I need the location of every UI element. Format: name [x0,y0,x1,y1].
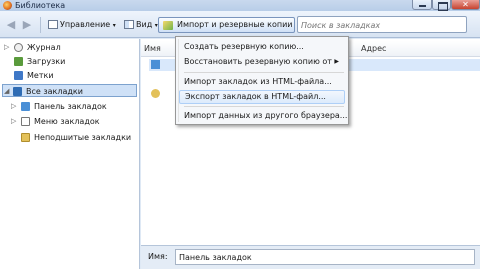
expander-icon[interactable]: ▷ [11,100,16,113]
unsorted-bookmarks-icon [21,133,30,142]
menu-item-restore-backup[interactable]: Восстановить резервную копию от ▶ [179,55,345,69]
sidebar-item-label: Метки [27,71,54,80]
forward-arrow-icon[interactable]: ▶ [21,19,33,31]
view-icon [124,20,134,29]
sidebar-item-label: Панель закладок [34,102,107,111]
search-input[interactable] [301,19,461,31]
view-label: Вид [136,20,153,29]
sidebar-item-label: Загрузки [27,57,66,66]
sidebar-item-all-bookmarks[interactable]: ◢ Все закладки [2,84,137,97]
view-button[interactable]: Вид ▾ [136,17,158,33]
menu-item-import-browser[interactable]: Импорт данных из другого браузера... [179,109,348,123]
sidebar: ▷ Журнал Загрузки Метки ◢ Все закладки ▷… [0,39,140,269]
folder-icon [151,60,160,69]
menu-item-label: Создать резервную копию... [184,42,304,51]
sidebar-item-bookmarks-menu[interactable]: ▷ Меню закладок [2,115,132,128]
sidebar-item-tags[interactable]: Метки [2,69,132,82]
sidebar-item-unsorted-bookmarks[interactable]: Неподшитые закладки [2,131,132,144]
bookmarks-menu-icon [21,117,30,126]
firefox-icon [3,1,12,10]
menu-item-label: Импорт закладок из HTML-файла... [184,77,332,86]
chevron-right-icon: ▶ [334,58,339,65]
details-panel: Имя: [141,245,480,269]
expander-icon[interactable]: ◢ [4,85,9,98]
expander-icon[interactable]: ▷ [11,115,16,128]
import-backup-icon [163,21,173,30]
menu-item-label: Экспорт закладок в HTML-файл... [185,92,326,101]
import-backup-label: Импорт и резервные копии [177,20,293,29]
name-field[interactable] [175,249,475,265]
menu-item-create-backup[interactable]: Создать резервную копию... [179,40,345,54]
history-icon [14,43,23,52]
sidebar-item-label: Все закладки [26,87,83,96]
menu-item-label: Импорт данных из другого браузера... [184,111,348,120]
folder-icon [151,89,160,98]
menu-divider [184,106,344,107]
import-backup-menu: Создать резервную копию... Восстановить … [175,36,349,125]
toolbar-divider [40,17,41,33]
organize-icon [48,20,58,29]
back-arrow-icon[interactable]: ◀ [5,19,17,31]
column-header-label: Адрес [361,44,387,53]
menu-item-export-html[interactable]: Экспорт закладок в HTML-файл... [179,90,345,104]
sidebar-item-label: Меню закладок [34,117,100,126]
chevron-down-icon: ▾ [112,22,116,29]
minimize-button[interactable] [412,0,432,10]
import-backup-button[interactable]: Импорт и резервные копии ▾ [158,17,295,43]
sidebar-item-downloads[interactable]: Загрузки [2,55,132,68]
bookmarks-toolbar-icon [21,102,30,111]
search-box[interactable] [297,16,467,33]
maximize-button[interactable] [432,0,451,11]
close-button[interactable]: ✕ [451,0,480,10]
tags-icon [14,71,23,80]
sidebar-item-history[interactable]: ▷ Журнал [2,41,132,54]
column-header-label: Имя [144,44,161,53]
toolbar: ◀ ▶ Упра‌вление ▾ Вид ▾ Импорт и резервн… [0,11,480,43]
organize-label: Упра‌вление [60,20,111,29]
menu-item-import-html[interactable]: Импорт закладок из HTML-файла... [179,75,345,89]
sidebar-item-label: Журнал [27,43,61,52]
menu-divider [184,72,344,73]
expander-icon[interactable]: ▷ [4,41,9,54]
sidebar-item-label: Неподшитые закладки [34,133,132,142]
all-bookmarks-icon [13,87,22,96]
menu-item-label: Восстановить резервную копию от [184,57,332,66]
window-title: Библиотека [15,1,66,10]
title-bar: Библиотека ✕ [0,0,480,11]
sidebar-item-bookmarks-toolbar[interactable]: ▷ Панель закладок [2,100,132,113]
downloads-icon [14,57,23,66]
organize-button[interactable]: Упра‌вление ▾ [60,17,116,33]
column-header-address[interactable]: Адрес [331,41,480,57]
name-label: Имя: [148,252,168,261]
